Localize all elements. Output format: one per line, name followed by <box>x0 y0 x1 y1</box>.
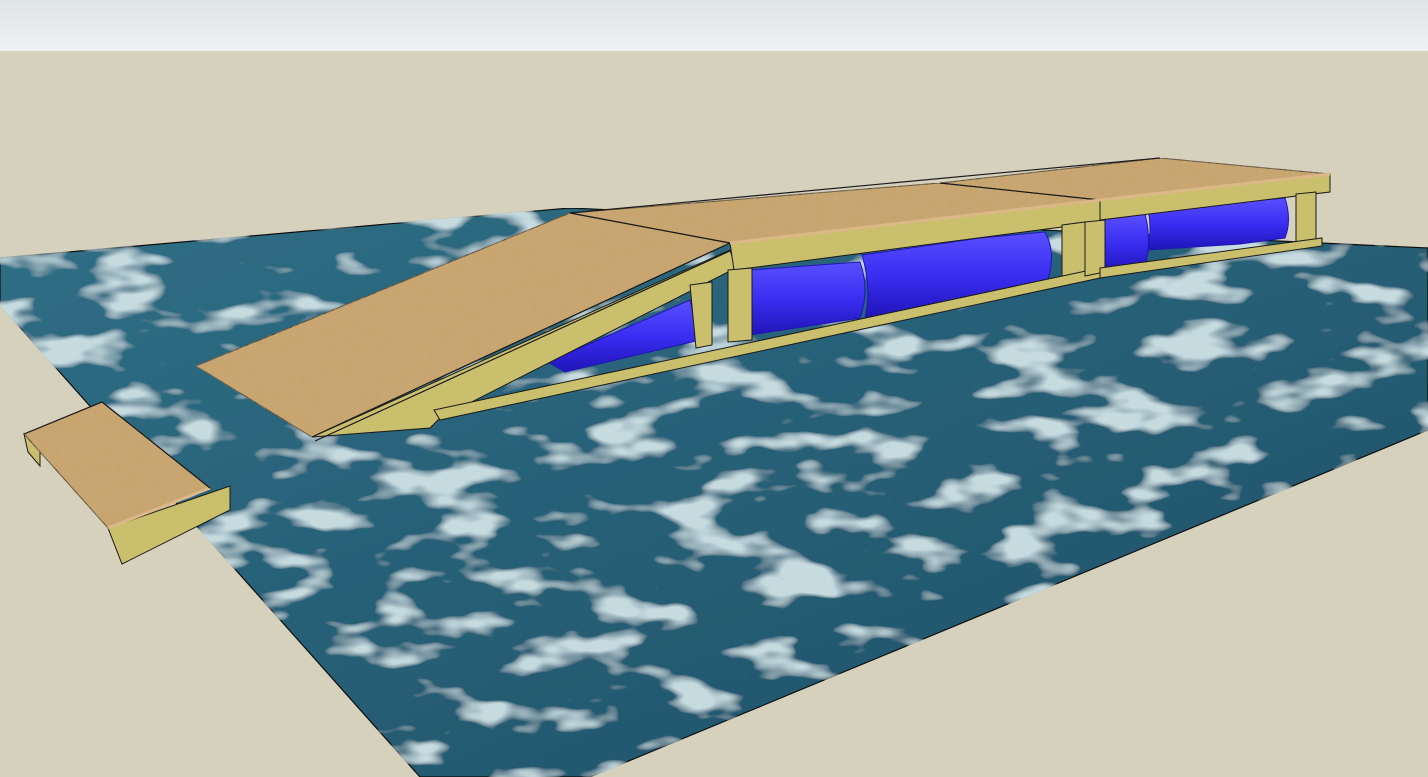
dock-section-2-post <box>1295 191 1317 243</box>
modeling-viewport[interactable] <box>0 0 1428 777</box>
dock-3d-model[interactable] <box>0 0 1428 777</box>
dock-section-1-post <box>727 267 753 343</box>
